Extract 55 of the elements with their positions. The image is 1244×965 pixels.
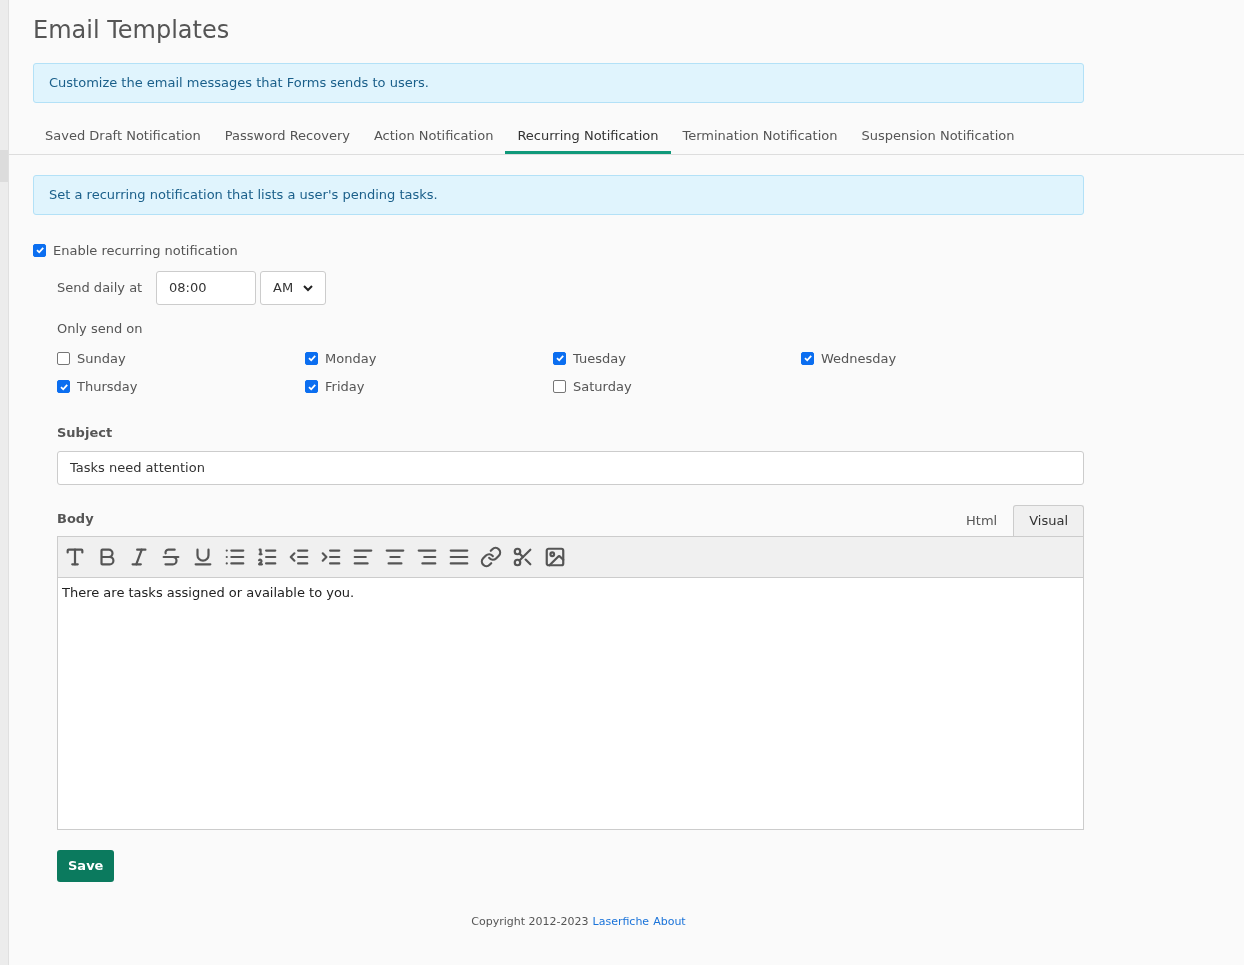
- checkbox-label: Saturday: [573, 378, 632, 396]
- checkbox-label: Enable recurring notification: [53, 241, 238, 260]
- period-select[interactable]: AM: [260, 271, 326, 305]
- align-left-icon[interactable]: [352, 546, 374, 568]
- text-size-icon[interactable]: [64, 546, 86, 568]
- day-checkbox[interactable]: [57, 380, 70, 394]
- tab[interactable]: Suspension Notification: [849, 125, 1027, 154]
- checkbox-label: Wednesday: [821, 349, 897, 368]
- footer-link[interactable]: Laserfiche: [592, 914, 650, 931]
- sidebar-handle[interactable]: [0, 150, 8, 182]
- numbered-list-icon[interactable]: [256, 546, 278, 568]
- field-label: Subject: [57, 423, 114, 442]
- link-icon[interactable]: [480, 546, 502, 568]
- tab[interactable]: Password Recovery: [212, 125, 362, 154]
- scissors-icon[interactable]: [512, 546, 534, 568]
- copyright-text: Copyright 2012-2023: [471, 914, 589, 930]
- editor-mode-tab[interactable]: Html: [950, 505, 1014, 536]
- tab[interactable]: Termination Notification: [670, 125, 850, 154]
- tab[interactable]: Saved Draft Notification: [33, 125, 213, 154]
- info-banner: Customize the email messages that Forms sends to users.: [33, 63, 1084, 103]
- indent-icon[interactable]: [320, 546, 342, 568]
- subject-field[interactable]: Tasks need attention: [57, 451, 1084, 485]
- align-center-icon[interactable]: [384, 546, 406, 568]
- tab[interactable]: Recurring Notification: [505, 125, 671, 154]
- outdent-icon[interactable]: [288, 546, 310, 568]
- bulleted-list-icon[interactable]: [224, 546, 246, 568]
- checkbox-label: Monday: [325, 349, 377, 368]
- underline-icon[interactable]: [192, 546, 214, 568]
- justify-icon[interactable]: [448, 546, 470, 568]
- checkbox-label: Tuesday: [573, 349, 626, 368]
- checkbox-label: Friday: [325, 378, 365, 396]
- time-field[interactable]: 08:00: [156, 271, 256, 305]
- enable-checkbox[interactable]: [33, 243, 46, 257]
- align-right-icon[interactable]: [416, 546, 438, 568]
- chevron-down-icon: [303, 284, 313, 292]
- field-label: Body: [57, 509, 94, 528]
- save-button[interactable]: Save: [57, 850, 115, 882]
- field-label: Send daily at: [57, 279, 144, 298]
- page-title: Email Templates: [33, 15, 231, 46]
- day-checkbox[interactable]: [57, 351, 70, 365]
- editor-mode-tab[interactable]: Visual: [1013, 505, 1084, 536]
- day-checkbox[interactable]: [553, 380, 566, 394]
- footer-link[interactable]: About: [653, 914, 686, 931]
- day-checkbox[interactable]: [553, 351, 566, 365]
- info-banner: Set a recurring notification that lists a user's pending tasks.: [33, 175, 1084, 215]
- strikethrough-icon[interactable]: [160, 546, 182, 568]
- tab[interactable]: Action Notification: [361, 125, 506, 154]
- image-icon[interactable]: [544, 546, 566, 568]
- checkbox-label: Thursday: [77, 378, 138, 396]
- day-checkbox[interactable]: [305, 351, 318, 365]
- field-label: Only send on: [57, 320, 144, 338]
- checkbox-label: Sunday: [77, 349, 126, 368]
- day-checkbox[interactable]: [801, 351, 814, 365]
- body-editor[interactable]: There are tasks assigned or available to you.: [57, 578, 1084, 830]
- day-checkbox[interactable]: [305, 380, 318, 394]
